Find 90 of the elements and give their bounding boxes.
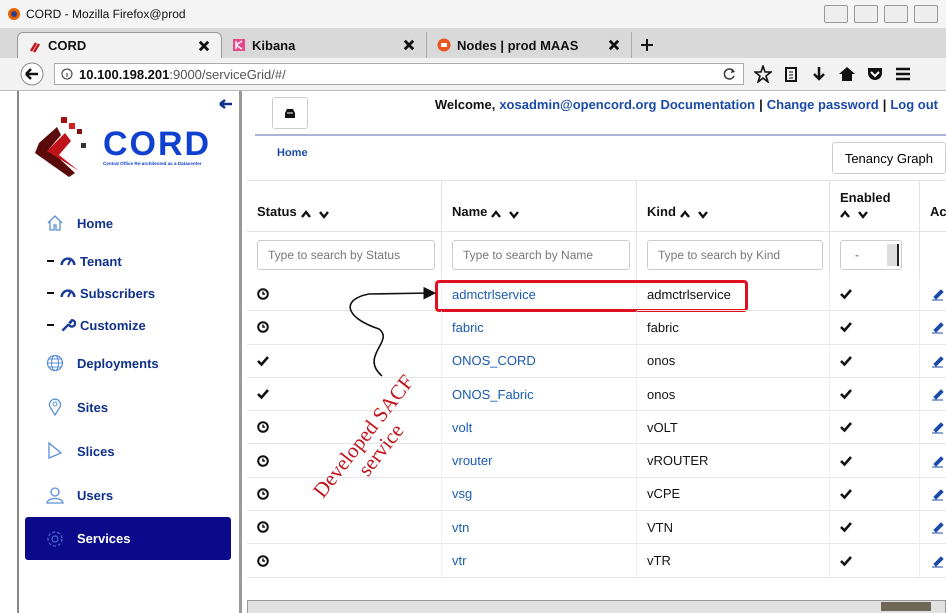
search-field[interactable]: Type to search by Kind [647,240,823,270]
table-cell: fabric [647,320,679,335]
service-name-link[interactable]: vtr [452,553,466,568]
gear-icon [45,528,65,548]
tab-favicon-icon [232,38,246,52]
service-name-link[interactable]: fabric [452,320,484,335]
service-name-link[interactable]: vsg [452,486,472,502]
separator: | [759,97,763,112]
inbox-icon [284,108,296,118]
sidebar-item[interactable]: Tenant [25,245,231,277]
search-field[interactable]: Type to search by Name [452,240,630,270]
browser-tab[interactable]: CORD [17,32,222,58]
new-tab-icon[interactable] [640,38,654,52]
edit-icon[interactable] [930,354,944,368]
service-name-link[interactable]: ONOS_CORD [452,353,536,368]
dash-icon [47,324,54,326]
sidebar-item[interactable]: Sites [25,385,231,429]
info-icon [61,68,73,80]
search-field[interactable]: Type to search by Status [257,240,435,270]
home-icon [45,213,65,233]
column-header[interactable]: Name [442,180,637,232]
edit-icon[interactable] [930,320,944,334]
inbox-button[interactable] [272,97,308,129]
table-cell: admctrlservice [647,286,731,302]
sidebar-item[interactable]: Customize [25,309,231,341]
logo-wordmark: CORD [103,126,212,160]
sort-chevrons-icon[interactable] [300,209,331,219]
edit-icon[interactable] [930,486,944,501]
close-tab-icon[interactable] [607,38,621,52]
collapse-arrow-icon[interactable] [219,99,233,109]
sidebar-item[interactable]: Home [25,201,231,245]
table-cell: vTR [647,553,671,568]
edit-icon[interactable] [930,287,944,302]
edit-icon[interactable] [930,387,944,402]
reload-icon[interactable] [723,67,737,81]
dash-icon [47,260,54,262]
clipboard-icon[interactable] [782,65,800,83]
table-cell: vOLT [647,420,678,435]
pocket-icon[interactable] [866,65,884,83]
sidebar-item[interactable]: Deployments [25,341,231,385]
sidebar-item[interactable]: Services [25,517,231,560]
table-cell: onos [647,386,676,402]
sidebar-item[interactable]: Slices [25,429,231,473]
column-header[interactable]: Kind [637,180,830,232]
header-link[interactable]: Log out [890,97,938,112]
dash-icon [47,292,54,294]
browser-logo-icon [8,8,20,20]
table-cell: vCPE [647,486,680,502]
sidebar-item[interactable]: Users [25,473,231,517]
close-tab-icon[interactable] [197,38,211,52]
star-icon[interactable] [754,65,772,83]
user-icon [45,485,65,505]
back-icon[interactable] [20,62,44,86]
address-field[interactable]: 10.100.198.201:9000/serviceGrid/#/ [54,63,744,85]
tenancy-graph-button[interactable]: Tenancy Graph [832,142,946,174]
window-title: CORD - Mozilla Firefox@prod [26,7,186,21]
sidebar-item[interactable]: Subscribers [25,277,231,309]
header-link[interactable]: Change password [766,97,879,112]
enabled-filter-select[interactable]: - [840,240,902,270]
tab-favicon-icon [437,38,451,52]
table-cell: vROUTER [647,453,708,468]
column-header[interactable]: Enabled [830,180,920,232]
service-name-link[interactable]: ONOS_Fabric [452,386,534,402]
separator: | [882,97,886,112]
sort-chevrons-icon[interactable] [680,209,710,219]
table-cell: onos [647,353,676,368]
download-icon[interactable] [810,65,828,83]
table-cell: VTN [647,520,673,535]
edit-icon[interactable] [930,520,944,534]
column-header[interactable]: Ac [920,180,946,232]
service-name-link[interactable]: admctrlservice [452,286,536,302]
edit-icon[interactable] [930,554,944,568]
menu-icon[interactable] [894,65,912,83]
edit-icon[interactable] [930,454,944,468]
edit-icon[interactable] [930,420,944,434]
sort-chevrons-icon[interactable] [840,209,870,219]
column-header[interactable]: Status [247,180,442,232]
close-tab-icon[interactable] [402,38,416,52]
service-name-link[interactable]: vtn [452,520,470,535]
globe-icon [45,353,65,373]
header-link[interactable]: Documentation [660,97,756,112]
service-name-link[interactable]: vrouter [452,453,492,468]
breadcrumb-link[interactable]: Home [277,147,308,159]
horizontal-scrollbar[interactable] [247,600,946,613]
wrench-icon [60,317,76,333]
header-link[interactable]: xosadmin@opencord.org [499,97,656,112]
home-icon[interactable] [838,65,856,83]
sort-chevrons-icon[interactable] [491,209,522,219]
service-name-link[interactable]: volt [452,420,472,435]
welcome-text: Welcome, [434,97,496,112]
